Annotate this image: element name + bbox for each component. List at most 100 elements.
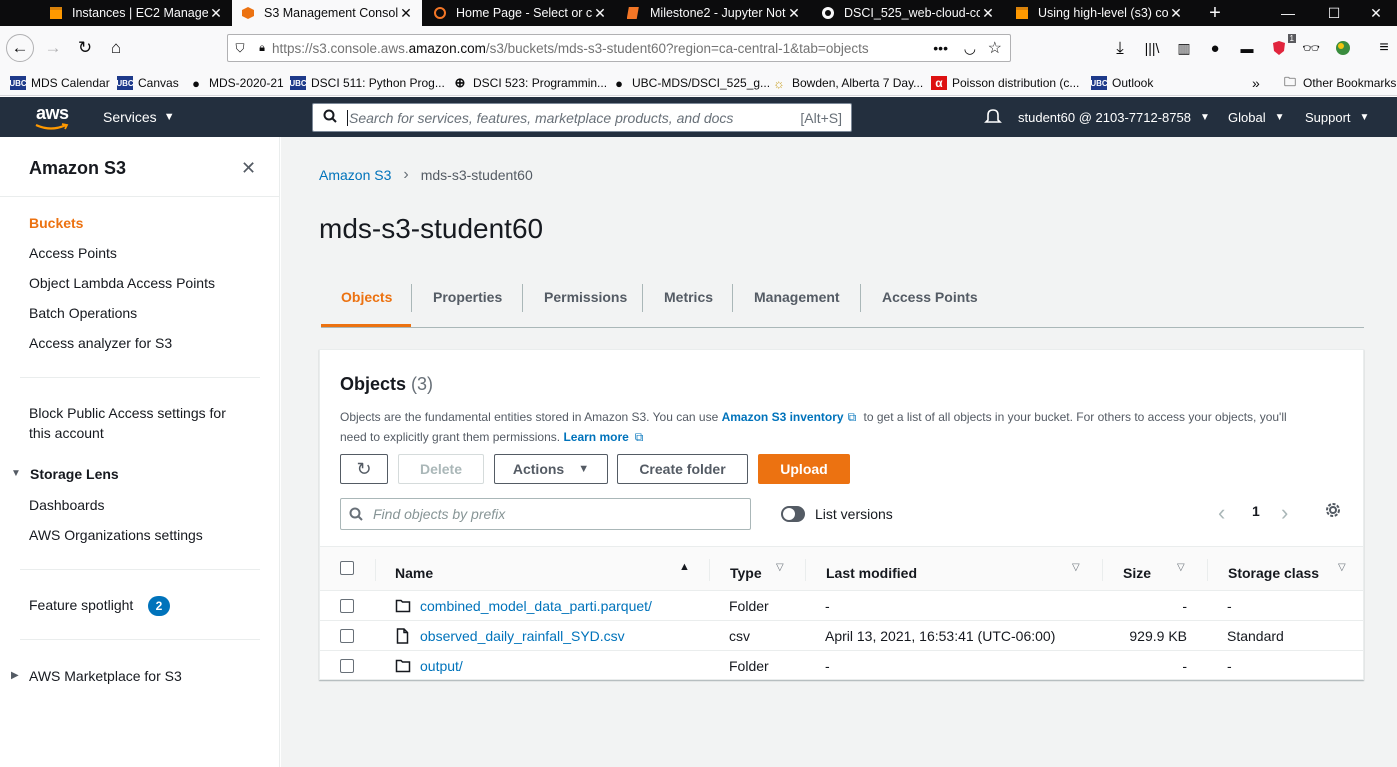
tab-access-points[interactable]: Access Points bbox=[882, 289, 978, 305]
bookmark-ubc-mds[interactable]: ● UBC-MDS/DSCI_525_g... bbox=[611, 74, 770, 92]
caret-down-icon[interactable]: ▼ bbox=[11, 468, 21, 479]
row-checkbox[interactable] bbox=[340, 629, 354, 643]
delete-button[interactable]: Delete bbox=[398, 454, 484, 484]
column-name[interactable]: Name bbox=[395, 565, 433, 581]
globe-icon[interactable] bbox=[1330, 35, 1356, 61]
account-menu[interactable]: student60 @ 2103-7712-8758 ▼ bbox=[1018, 110, 1210, 125]
glasses-icon[interactable]: 👓︎ bbox=[1298, 35, 1324, 61]
sort-icon[interactable]: ▽ bbox=[1338, 562, 1346, 573]
close-window-icon[interactable]: ✕ bbox=[1353, 0, 1397, 26]
bookmark-poisson[interactable]: α Poisson distribution (c... bbox=[931, 74, 1079, 92]
browser-tab-docs[interactable]: Using high-level (s3) com ✕ bbox=[1006, 0, 1192, 26]
upload-button[interactable]: Upload bbox=[758, 454, 850, 484]
create-folder-button[interactable]: Create folder bbox=[617, 454, 748, 484]
table-row[interactable]: observed_daily_rainfall_SYD.csv csv Apri… bbox=[320, 620, 1363, 650]
sidebar-item-block-public-access[interactable]: Block Public Access settings for this ac… bbox=[29, 405, 226, 441]
bookmark-mds-calendar[interactable]: UBC MDS Calendar bbox=[9, 74, 110, 92]
close-icon[interactable]: ✕ bbox=[241, 158, 256, 179]
bell-icon[interactable] bbox=[984, 107, 1002, 130]
region-menu[interactable]: Global ▼ bbox=[1228, 110, 1284, 125]
sidebar-item-feature-spotlight[interactable]: Feature spotlight bbox=[29, 597, 133, 613]
minimize-icon[interactable]: — bbox=[1265, 0, 1311, 26]
other-bookmarks[interactable]: 🗀 Other Bookmarks bbox=[1282, 74, 1396, 92]
hamburger-menu-icon[interactable]: ≡ bbox=[1371, 35, 1397, 61]
browser-tab-github[interactable]: DSCI_525_web-cloud-com ✕ bbox=[812, 0, 1004, 26]
table-row[interactable]: combined_model_data_parti.parquet/ Folde… bbox=[320, 590, 1363, 620]
caret-right-icon[interactable]: ▶ bbox=[11, 670, 19, 681]
browser-tab-home[interactable]: Home Page - Select or cr ✕ bbox=[424, 0, 616, 26]
sidebar-item-buckets[interactable]: Buckets bbox=[29, 215, 83, 231]
close-tab-icon[interactable]: ✕ bbox=[1168, 5, 1184, 22]
url-bar[interactable]: ⛉ 🔒︎ https://s3.console.aws.amazon.com/s… bbox=[227, 34, 1011, 62]
sidebar-item-access-analyzer[interactable]: Access analyzer for S3 bbox=[29, 335, 172, 351]
close-tab-icon[interactable]: ✕ bbox=[786, 5, 802, 22]
close-tab-icon[interactable]: ✕ bbox=[592, 5, 608, 22]
more-icon[interactable]: ••• bbox=[933, 40, 948, 56]
select-all-checkbox[interactable] bbox=[340, 561, 354, 575]
find-objects-input[interactable]: Find objects by prefix bbox=[340, 498, 751, 530]
browser-tab-milestone[interactable]: Milestone2 - Jupyter Not ✕ bbox=[618, 0, 810, 26]
browser-tab-s3[interactable]: S3 Management Console ✕ bbox=[232, 0, 422, 26]
chevron-right-icon[interactable]: › bbox=[1281, 500, 1288, 526]
browser-tab-ec2[interactable]: Instances | EC2 Managem ✕ bbox=[40, 0, 232, 26]
row-checkbox[interactable] bbox=[340, 599, 354, 613]
close-tab-icon[interactable]: ✕ bbox=[398, 5, 414, 22]
tab-permissions[interactable]: Permissions bbox=[544, 289, 627, 305]
bookmark-dsci-511[interactable]: UBC DSCI 511: Python Prog... bbox=[289, 74, 445, 92]
maximize-icon[interactable]: ☐ bbox=[1311, 0, 1357, 26]
download-icon[interactable]: ⤓ bbox=[1107, 35, 1133, 61]
sidebar-item-marketplace[interactable]: AWS Marketplace for S3 bbox=[29, 668, 182, 684]
bookmark-dsci-523[interactable]: ⊕ DSCI 523: Programmin... bbox=[452, 74, 608, 92]
column-type[interactable]: Type bbox=[730, 565, 762, 581]
gear-icon[interactable] bbox=[1324, 501, 1342, 524]
services-menu[interactable]: Services ▼ bbox=[103, 109, 175, 125]
ublock-icon[interactable]: 1 bbox=[1266, 34, 1296, 61]
forward-arrow-icon[interactable]: → bbox=[40, 35, 66, 61]
back-arrow-icon[interactable]: ← bbox=[6, 34, 34, 62]
aws-search-box[interactable]: Search for services, features, marketpla… bbox=[312, 103, 852, 132]
object-name-link[interactable]: output/ bbox=[420, 658, 463, 674]
home-icon[interactable]: ⌂ bbox=[103, 35, 129, 61]
library-icon[interactable]: |||\ bbox=[1139, 35, 1165, 61]
sort-icon[interactable]: ▽ bbox=[776, 562, 784, 573]
star-icon[interactable]: ☆ bbox=[988, 38, 1002, 58]
account-icon[interactable]: ● bbox=[1202, 35, 1228, 61]
sidebar-item-batch-operations[interactable]: Batch Operations bbox=[29, 305, 137, 321]
close-tab-icon[interactable]: ✕ bbox=[980, 5, 996, 22]
sidebar-item-organizations-settings[interactable]: AWS Organizations settings bbox=[29, 527, 203, 543]
inventory-link[interactable]: Amazon S3 inventory bbox=[722, 410, 844, 424]
column-storage-class[interactable]: Storage class bbox=[1228, 565, 1319, 581]
tab-objects[interactable]: Objects bbox=[341, 289, 392, 305]
tab-metrics[interactable]: Metrics bbox=[664, 289, 713, 305]
sidebar-toggle-icon[interactable]: ▥ bbox=[1171, 35, 1197, 61]
object-name-link[interactable]: observed_daily_rainfall_SYD.csv bbox=[420, 628, 625, 644]
new-tab-icon[interactable]: + bbox=[1192, 0, 1238, 26]
sort-ascending-icon[interactable]: ▲ bbox=[679, 561, 690, 573]
column-size[interactable]: Size bbox=[1123, 565, 1151, 581]
sidebar-section-storage-lens[interactable]: Storage Lens bbox=[30, 466, 119, 482]
bookmarks-overflow-icon[interactable]: » bbox=[1252, 74, 1260, 92]
close-tab-icon[interactable]: ✕ bbox=[208, 5, 224, 22]
page-number[interactable]: 1 bbox=[1252, 503, 1260, 519]
bookmark-canvas[interactable]: UBC Canvas bbox=[116, 74, 179, 92]
sidebar-item-dashboards[interactable]: Dashboards bbox=[29, 497, 105, 513]
reload-icon[interactable]: ↻ bbox=[72, 35, 98, 61]
list-versions-toggle[interactable] bbox=[781, 506, 805, 522]
bookmark-outlook[interactable]: UBC Outlook bbox=[1090, 74, 1153, 92]
aws-logo[interactable]: aws bbox=[35, 103, 69, 130]
object-name-link[interactable]: combined_model_data_parti.parquet/ bbox=[420, 598, 652, 614]
extension-icon[interactable]: ▬ bbox=[1234, 35, 1260, 61]
sort-icon[interactable]: ▽ bbox=[1177, 562, 1185, 573]
learn-more-link[interactable]: Learn more bbox=[563, 430, 628, 444]
bookmark-bowden[interactable]: ☼ Bowden, Alberta 7 Day... bbox=[771, 74, 923, 92]
column-last-modified[interactable]: Last modified bbox=[826, 565, 917, 581]
actions-button[interactable]: Actions ▼ bbox=[494, 454, 608, 484]
tab-properties[interactable]: Properties bbox=[433, 289, 502, 305]
breadcrumb-amazon-s3[interactable]: Amazon S3 bbox=[319, 167, 391, 183]
sidebar-item-access-points[interactable]: Access Points bbox=[29, 245, 117, 261]
refresh-button[interactable]: ↻ bbox=[340, 454, 388, 484]
sidebar-item-object-lambda[interactable]: Object Lambda Access Points bbox=[29, 275, 215, 291]
support-menu[interactable]: Support ▼ bbox=[1305, 110, 1369, 125]
sort-icon[interactable]: ▽ bbox=[1072, 562, 1080, 573]
row-checkbox[interactable] bbox=[340, 659, 354, 673]
